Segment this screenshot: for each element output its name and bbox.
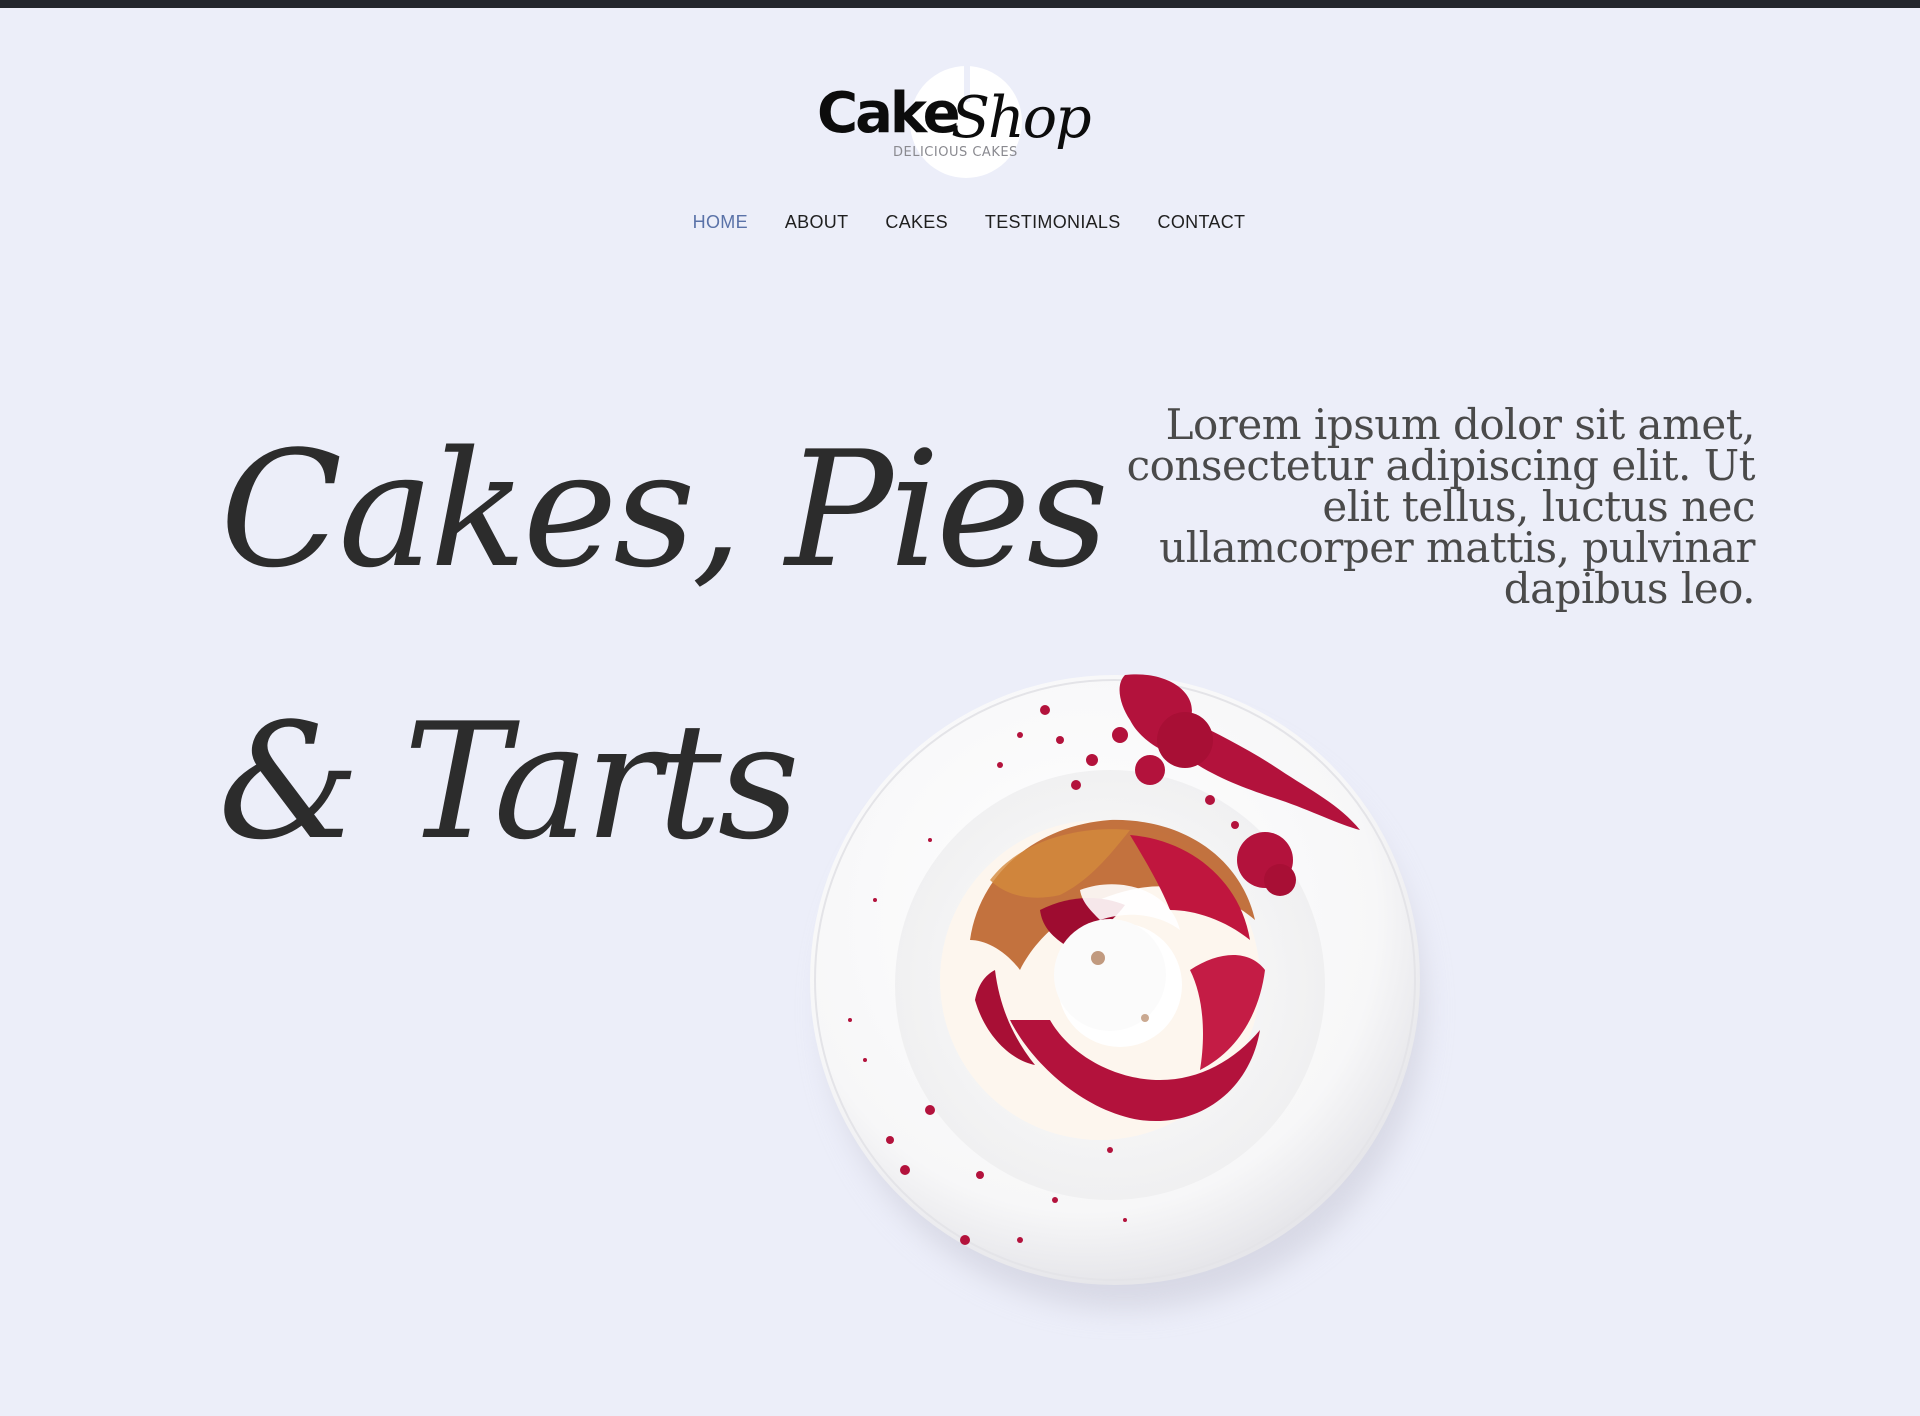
nav-item-testimonials[interactable]: TESTIMONIALS xyxy=(985,212,1121,233)
site-logo[interactable]: Cake Shop DELICIOUS CAKES xyxy=(815,60,1092,185)
main-nav: HOME ABOUT CAKES TESTIMONIALS CONTACT xyxy=(0,212,1920,233)
logo-text-cake: Cake xyxy=(817,81,961,146)
cake-on-plate-image xyxy=(780,640,1480,1340)
logo-text-shop: Shop xyxy=(951,85,1092,151)
hero-heading-line1: Cakes, Pies xyxy=(220,416,1109,603)
nav-item-about[interactable]: ABOUT xyxy=(785,212,849,233)
logo-tagline: DELICIOUS CAKES xyxy=(893,145,1018,160)
hero-heading-line2: & Tarts xyxy=(218,688,800,875)
hero-intro-text: Lorem ipsum dolor sit amet, consectetur … xyxy=(1126,400,1756,613)
nav-item-cakes[interactable]: CAKES xyxy=(885,212,948,233)
nav-item-home[interactable]: HOME xyxy=(693,212,748,233)
browser-top-bar xyxy=(0,0,1920,8)
nav-item-contact[interactable]: CONTACT xyxy=(1158,212,1246,233)
